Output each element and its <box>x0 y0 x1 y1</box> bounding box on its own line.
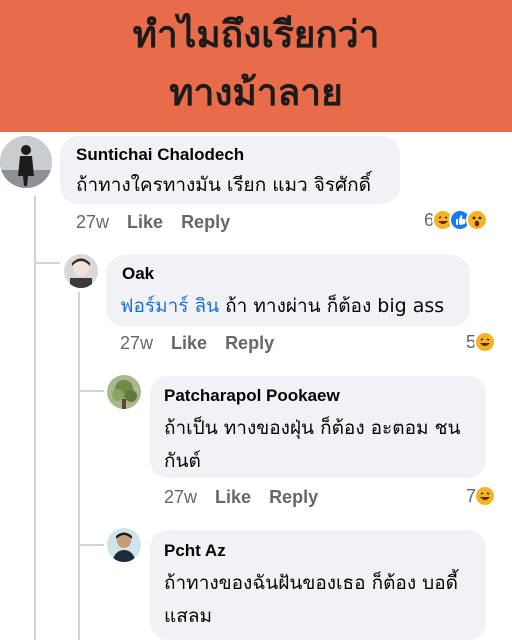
haha-icon <box>474 331 497 353</box>
comment-text: ฟอร์มาร์ ลิน ถ้า ทางผ่าน ก็ต้อง big ass <box>120 289 444 323</box>
avatar[interactable] <box>0 136 52 188</box>
avatar[interactable] <box>107 528 141 562</box>
reply-button[interactable]: Reply <box>269 487 318 507</box>
reaction-summary[interactable]: 7 <box>466 485 497 507</box>
haha-icon <box>474 485 497 507</box>
comment-actions: 27w Like Reply <box>164 487 318 508</box>
comment-text: ถ้าทางของฉันฝันของเธอ ก็ต้อง บอดี้ <box>164 572 458 594</box>
thread-connector <box>78 390 104 392</box>
reply-button[interactable]: Reply <box>225 333 274 353</box>
like-button[interactable]: Like <box>127 212 163 232</box>
like-button[interactable]: Like <box>215 487 251 507</box>
thread-line <box>78 292 80 640</box>
comment-text: กันต์ <box>164 450 201 472</box>
avatar[interactable] <box>64 254 98 288</box>
thread-connector <box>34 262 60 264</box>
reaction-summary[interactable]: 6 <box>424 209 489 231</box>
thread-connector <box>78 544 104 546</box>
title-banner: ทำไมถึงเรียกว่า ทางม้าลาย <box>0 0 512 132</box>
reply-button[interactable]: Reply <box>181 212 230 232</box>
banner-title-line-2: ทางม้าลาย <box>169 71 343 114</box>
comment-time[interactable]: 27w <box>76 212 109 232</box>
comment-text-body: ถ้า ทางผ่าน ก็ต้อง big ass <box>219 295 445 317</box>
comment-text: ถ้าทางใครทางมัน เรียก แมว จิรศักดิ์ <box>76 174 371 196</box>
like-button[interactable]: Like <box>171 333 207 353</box>
comment-author[interactable]: Oak <box>122 264 154 284</box>
comment-time[interactable]: 27w <box>120 333 153 353</box>
wow-icon <box>466 209 489 231</box>
avatar[interactable] <box>107 375 141 409</box>
banner-title-line-1: ทำไมถึงเรียกว่า <box>132 13 380 56</box>
reaction-summary[interactable]: 5 <box>466 331 497 353</box>
mention-link[interactable]: ฟอร์มาร์ ลิน <box>120 295 219 317</box>
comment-author[interactable]: Pcht Az <box>164 541 226 561</box>
comment-actions: 27w Like Reply <box>120 333 274 354</box>
comment-text: แสลม <box>164 605 213 627</box>
comment-text: ถ้าเป็น ทางของฝุ่น ก็ต้อง อะตอม ชน <box>164 417 461 439</box>
comment-actions: 27w Like Reply <box>76 212 230 233</box>
comment-author[interactable]: Suntichai Chalodech <box>76 145 244 165</box>
comment-author[interactable]: Patcharapol Pookaew <box>164 386 340 406</box>
comment-time[interactable]: 27w <box>164 487 197 507</box>
